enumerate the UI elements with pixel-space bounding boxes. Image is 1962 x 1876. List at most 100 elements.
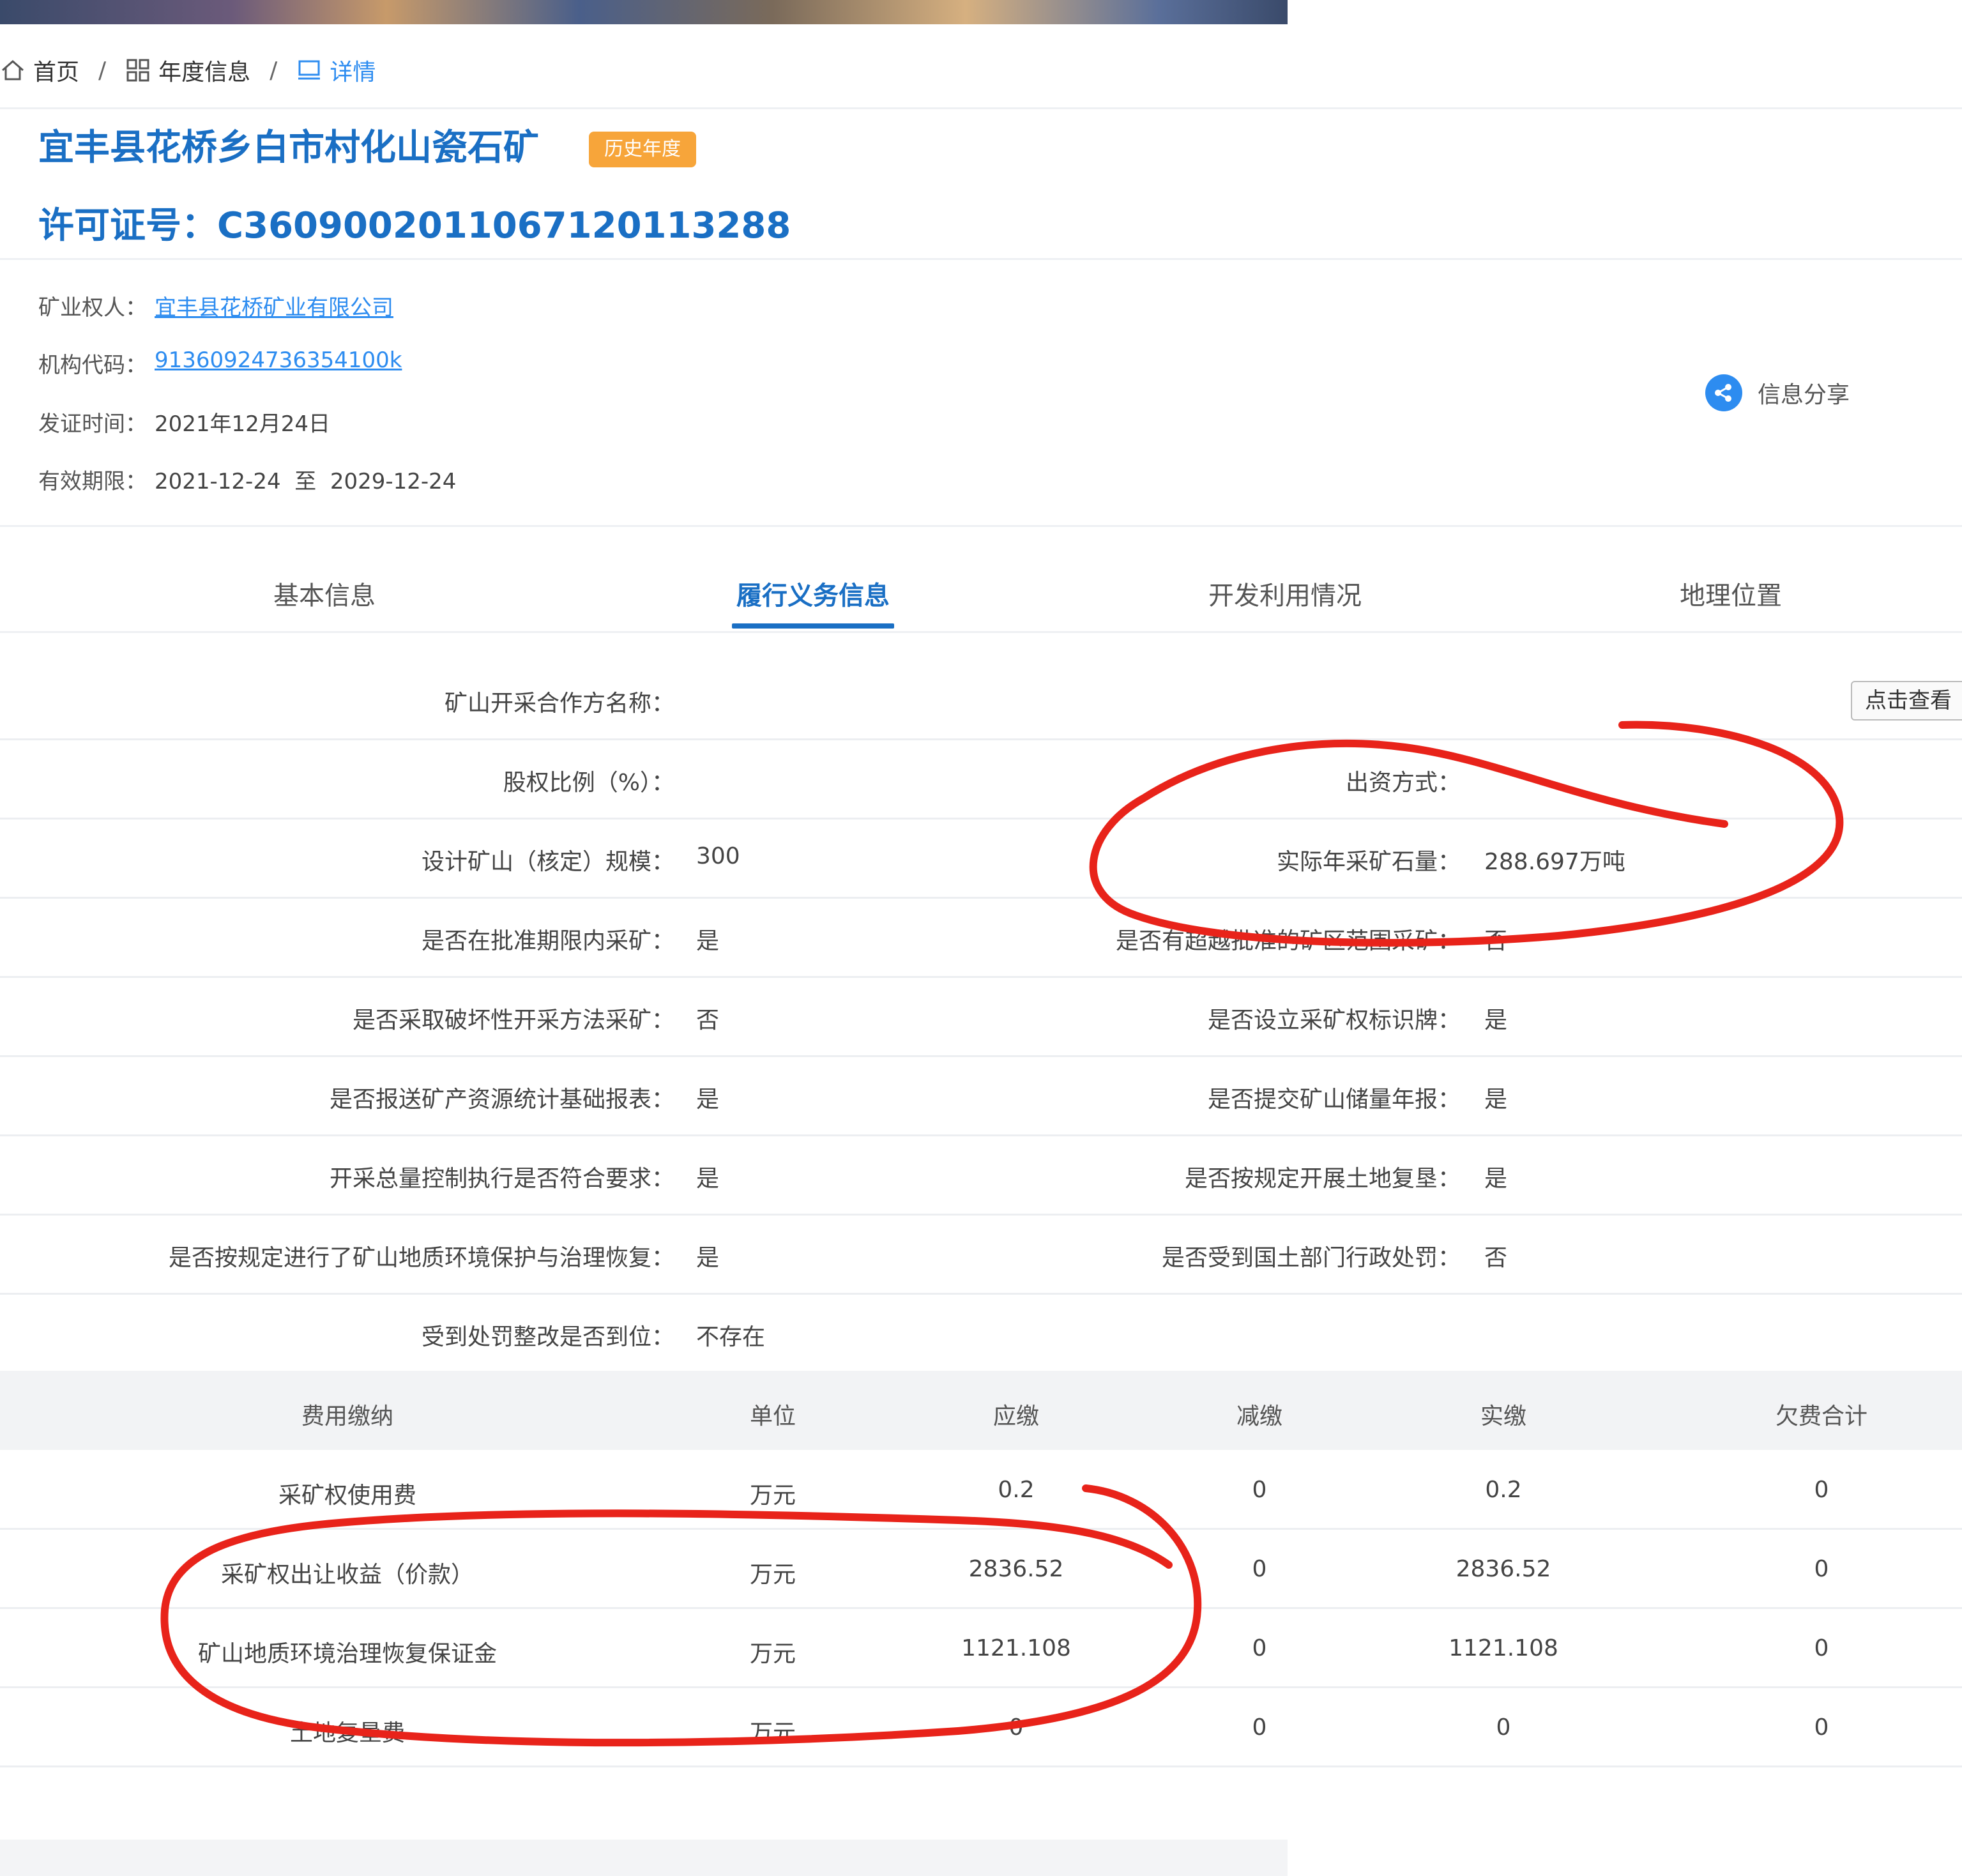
divider xyxy=(0,258,1962,260)
fee-cell-due: 0.2 xyxy=(998,1477,1035,1503)
home-icon xyxy=(0,57,26,83)
row-divider xyxy=(0,1214,1962,1216)
penalty-value: 否 xyxy=(1484,1245,1508,1271)
sign-value: 是 xyxy=(1484,1007,1508,1033)
code-label: 机构代码： xyxy=(38,353,147,378)
row-divider xyxy=(0,738,1962,740)
annotation-overlay xyxy=(160,721,1844,1747)
breadcrumb-separator: / xyxy=(98,57,107,84)
fee-cell-unit: 万元 xyxy=(749,1562,796,1588)
issue-date-row: 发证时间： 2021年12月24日 xyxy=(38,406,330,438)
fee-cell-paid: 0 xyxy=(1496,1714,1511,1741)
monitor-icon xyxy=(296,57,322,83)
beyond-scope-label: 是否有超越批准的矿区范围采矿： xyxy=(1115,928,1461,954)
tab-basic-info[interactable]: 基本信息 xyxy=(273,575,376,612)
row-divider xyxy=(0,1055,1962,1057)
actual-output-value: 288.697万吨 xyxy=(1484,849,1625,875)
beyond-scope-value: 否 xyxy=(1484,928,1508,954)
total-control-label: 开采总量控制执行是否符合要求： xyxy=(329,1166,674,1192)
funding-label: 出资方式： xyxy=(1345,770,1461,796)
fee-cell-reduced: 0 xyxy=(1252,1714,1267,1741)
owner-link[interactable]: 宜丰县花桥矿业有限公司 xyxy=(155,290,393,321)
share-icon xyxy=(1705,374,1742,411)
fee-cell-reduced: 0 xyxy=(1252,1477,1267,1503)
issue-date-value: 2021年12月24日 xyxy=(155,411,331,437)
grid-icon xyxy=(125,57,151,83)
within-period-value: 是 xyxy=(696,928,720,954)
land-reclaim-value: 是 xyxy=(1484,1166,1508,1192)
tab-development[interactable]: 开发利用情况 xyxy=(1208,575,1362,612)
fee-cell-due: 2836.52 xyxy=(968,1556,1064,1582)
mine-name: 宜丰县花桥乡白市村化山瓷石矿 xyxy=(38,127,539,169)
history-year-badge: 历史年度 xyxy=(589,132,696,167)
env-restore-value: 是 xyxy=(696,1245,720,1271)
rectify-label: 受到处罚整改是否到位： xyxy=(421,1324,674,1350)
fee-cell-unit: 万元 xyxy=(749,1720,796,1746)
fee-cell-item: 采矿权出让收益（价款） xyxy=(220,1562,475,1588)
row-divider xyxy=(0,1765,1962,1767)
view-cooperator-button[interactable]: 点击查看 xyxy=(1851,681,1962,721)
fee-header-unit: 单位 xyxy=(749,1403,796,1430)
code-link[interactable]: 91360924736354100k xyxy=(155,347,402,379)
breadcrumb-label: 首页 xyxy=(33,59,80,86)
row-divider xyxy=(0,1607,1962,1609)
validity-label: 有效期限： xyxy=(38,469,147,494)
fee-table-header xyxy=(0,1371,1962,1450)
land-reclaim-label: 是否按规定开展土地复垦： xyxy=(1184,1166,1461,1192)
row-divider xyxy=(0,976,1962,978)
share-button[interactable]: 信息分享 xyxy=(1705,374,1850,411)
row-divider xyxy=(0,1528,1962,1530)
tab-obligation-info[interactable]: 履行义务信息 xyxy=(736,575,890,612)
row-divider xyxy=(0,818,1962,820)
active-tab-indicator xyxy=(732,623,894,629)
fee-cell-arrears: 0 xyxy=(1814,1477,1829,1503)
fee-cell-unit: 万元 xyxy=(749,1483,796,1509)
actual-output-label: 实际年采矿石量： xyxy=(1276,849,1461,875)
divider xyxy=(0,631,1962,633)
code-row: 机构代码： 91360924736354100k xyxy=(38,347,402,379)
stat-report-label: 是否报送矿产资源统计基础报表： xyxy=(329,1087,674,1113)
destructive-value: 否 xyxy=(696,1007,720,1033)
fee-header-item: 费用缴纳 xyxy=(301,1403,394,1430)
rectify-value: 不存在 xyxy=(696,1324,766,1350)
fee-cell-reduced: 0 xyxy=(1252,1635,1267,1661)
owner-label: 矿业权人： xyxy=(38,295,147,321)
equity-label: 股权比例（%）： xyxy=(503,770,674,796)
fee-cell-arrears: 0 xyxy=(1814,1714,1829,1741)
fee-cell-paid: 2836.52 xyxy=(1456,1556,1551,1582)
share-label: 信息分享 xyxy=(1758,382,1850,408)
fee-cell-due: 1121.108 xyxy=(961,1635,1071,1661)
breadcrumb-annual[interactable]: 年度信息 xyxy=(125,54,250,87)
env-restore-label: 是否按规定进行了矿山地质环境保护与治理恢复： xyxy=(168,1245,674,1271)
total-control-value: 是 xyxy=(696,1166,720,1192)
row-divider xyxy=(0,1686,1962,1688)
tab-location[interactable]: 地理位置 xyxy=(1680,575,1782,612)
breadcrumb-detail[interactable]: 详情 xyxy=(296,54,376,87)
divider xyxy=(0,525,1962,527)
owner-row: 矿业权人： 宜丰县花桥矿业有限公司 xyxy=(38,290,393,321)
reserve-report-value: 是 xyxy=(1484,1087,1508,1113)
annotation-circle-fees xyxy=(160,1484,1202,1747)
row-divider xyxy=(0,1134,1962,1136)
fee-header-due: 应缴 xyxy=(992,1403,1040,1430)
fee-cell-arrears: 0 xyxy=(1814,1556,1829,1582)
breadcrumb-home[interactable]: 首页 xyxy=(0,54,79,87)
row-divider xyxy=(0,897,1962,899)
sign-label: 是否设立采矿权标识牌： xyxy=(1207,1007,1461,1033)
fee-header-paid: 实缴 xyxy=(1480,1403,1527,1430)
fee-cell-item: 土地复垦费 xyxy=(289,1720,406,1746)
design-scale-label: 设计矿山（核定）规模： xyxy=(421,849,674,875)
fee-cell-unit: 万元 xyxy=(749,1641,796,1667)
cooperator-label: 矿山开采合作方名称： xyxy=(444,690,674,717)
breadcrumb-label: 年度信息 xyxy=(158,59,251,86)
fee-cell-item: 矿山地质环境治理恢复保证金 xyxy=(197,1641,498,1667)
breadcrumb: 首页 / 年度信息 / 详情 xyxy=(0,50,376,91)
license-number: 许可证号：C3609002011067120113288 xyxy=(38,205,791,247)
reserve-report-label: 是否提交矿山储量年报： xyxy=(1207,1087,1461,1113)
stat-report-value: 是 xyxy=(696,1087,720,1113)
destructive-label: 是否采取破坏性开采方法采矿： xyxy=(352,1007,674,1033)
validity-row: 有效期限： 2021-12-24 至 2029-12-24 xyxy=(38,464,456,495)
fee-cell-arrears: 0 xyxy=(1814,1635,1829,1661)
breadcrumb-label: 详情 xyxy=(330,59,376,86)
issue-date-label: 发证时间： xyxy=(38,411,147,437)
